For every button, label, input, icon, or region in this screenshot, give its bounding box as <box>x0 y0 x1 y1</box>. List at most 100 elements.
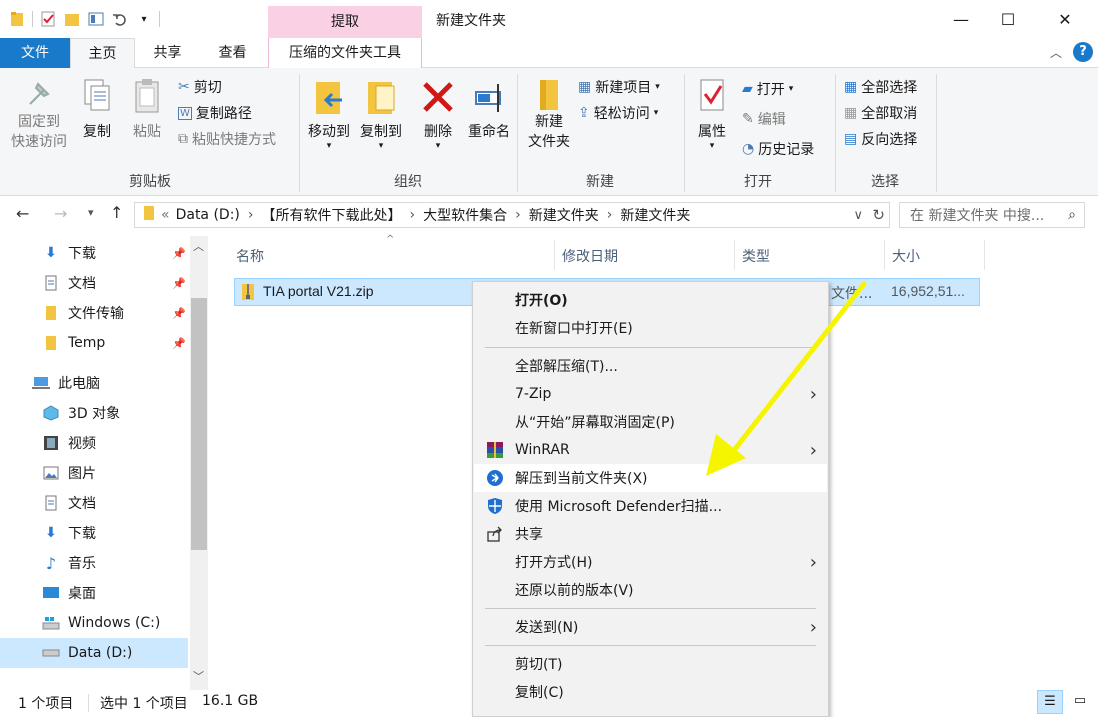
new-folder-button[interactable]: 新建 文件夹 <box>522 78 576 152</box>
view-icon[interactable] <box>87 10 105 28</box>
sidebar-item-videos[interactable]: 视频 <box>0 428 188 458</box>
breadcrumb-1[interactable]: 【所有软件下载此处】 <box>262 205 402 225</box>
menu-item-cut[interactable]: 剪切(T) <box>474 650 827 678</box>
sidebar-item-temp[interactable]: Temp 📌 <box>0 328 188 358</box>
delete-button[interactable]: 删除 ▾ <box>418 78 458 151</box>
open-button[interactable]: ▰ 打开 ▾ <box>742 78 793 100</box>
address-dropdown-icon[interactable]: ∨ <box>853 208 863 223</box>
properties-icon[interactable] <box>39 10 57 28</box>
rename-button[interactable]: 重命名 <box>464 78 514 142</box>
move-to-button[interactable]: 移动到 ▾ <box>304 78 354 151</box>
cut-button[interactable]: ✂ 剪切 <box>178 76 222 98</box>
tab-compressed-folder-tools[interactable]: 压缩的文件夹工具 <box>268 38 422 68</box>
copy-path-button[interactable]: W 复制路径 <box>178 102 252 124</box>
column-header-modified[interactable]: 修改日期 <box>562 242 618 272</box>
column-header-name[interactable]: 名称 <box>236 242 264 272</box>
open-icon: ▰ <box>742 81 753 97</box>
menu-item-defender-scan[interactable]: 使用 Microsoft Defender扫描... <box>474 492 827 520</box>
menu-item-7zip[interactable]: 7-Zip › <box>474 380 827 408</box>
pin-quick-access-button[interactable]: 固定到 快速访问 <box>6 78 72 152</box>
tab-home[interactable]: 主页 <box>70 38 135 69</box>
path-overflow[interactable]: « <box>161 207 170 223</box>
easy-access-button[interactable]: ⇪ 轻松访问 ▾ <box>578 102 658 124</box>
column-header-size[interactable]: 大小 <box>892 242 920 272</box>
sidebar-item-drive-d[interactable]: Data (D:) <box>0 638 188 668</box>
sidebar-item-desktop[interactable]: 桌面 <box>0 578 188 608</box>
sidebar-item-pictures[interactable]: 图片 <box>0 458 188 488</box>
search-icon[interactable]: ⌕ <box>1068 207 1076 223</box>
select-all-button[interactable]: ▦ 全部选择 <box>844 76 917 98</box>
large-icons-view-icon[interactable]: ▭ <box>1068 690 1092 714</box>
paste-button[interactable]: 粘贴 <box>126 78 168 142</box>
tab-file[interactable]: 文件 <box>0 38 70 68</box>
drive-icon <box>42 644 60 662</box>
sidebar-item-label: 音乐 <box>68 556 96 572</box>
submenu-arrow-icon: › <box>809 616 817 638</box>
paste-shortcut-button[interactable]: ⧉ 粘贴快捷方式 <box>178 128 276 150</box>
scrollbar-thumb[interactable] <box>191 298 207 550</box>
chevron-down-icon[interactable]: ▾ <box>135 10 153 28</box>
menu-item-open[interactable]: 打开(O) <box>474 286 827 314</box>
sidebar-item-file-transfer[interactable]: 文件传输 📌 <box>0 298 188 328</box>
recent-locations-icon[interactable]: ▾ <box>88 206 94 219</box>
maximize-button[interactable]: ☐ <box>985 0 1031 38</box>
menu-item-restore-versions[interactable]: 还原以前的版本(V) <box>474 576 827 604</box>
breadcrumb-0[interactable]: Data (D:) <box>176 207 240 223</box>
up-arrow-icon[interactable]: ↑ <box>110 203 123 222</box>
scroll-up-icon[interactable]: ︿ <box>193 238 204 254</box>
help-icon[interactable]: ? <box>1073 42 1093 62</box>
address-bar[interactable]: « Data (D:) › 【所有软件下载此处】 › 大型软件集合 › 新建文件夹 › … <box>134 202 890 228</box>
menu-item-copy[interactable]: 复制(C) <box>474 678 827 706</box>
sidebar-item-3d-objects[interactable]: 3D 对象 <box>0 398 188 428</box>
title-bar: ▾ 提取 新建文件夹 — ☐ ✕ <box>0 0 1098 38</box>
forward-arrow-icon[interactable]: → <box>54 204 67 223</box>
sidebar-item-documents-pinned[interactable]: 文档 📌 <box>0 268 188 298</box>
invert-selection-button[interactable]: ▤ 反向选择 <box>844 128 917 150</box>
copy-to-button[interactable]: 复制到 ▾ <box>356 78 406 151</box>
scissors-icon: ✂ <box>178 79 190 95</box>
collapse-ribbon-icon[interactable]: ︿ <box>1050 44 1062 61</box>
menu-item-send-to[interactable]: 发送到(N) › <box>474 613 827 641</box>
minimize-button[interactable]: — <box>938 0 984 38</box>
sidebar-item-this-pc[interactable]: 此电脑 <box>0 368 188 398</box>
breadcrumb-3[interactable]: 新建文件夹 <box>529 205 599 225</box>
submenu-arrow-icon: › <box>809 551 817 573</box>
back-arrow-icon[interactable]: ← <box>16 204 29 223</box>
pin-icon <box>6 78 72 112</box>
easy-access-label: 轻松访问 <box>593 106 650 122</box>
column-header-type[interactable]: 类型 <box>742 242 770 272</box>
undo-icon[interactable] <box>111 10 129 28</box>
new-folder-icon[interactable] <box>63 10 81 28</box>
sidebar-item-documents[interactable]: 文档 <box>0 488 188 518</box>
menu-item-extract-here[interactable]: 解压到当前文件夹(X) <box>474 464 827 492</box>
open-label: 打开 <box>756 82 785 98</box>
menu-item-label: WinRAR <box>515 442 570 458</box>
search-input[interactable]: 在 新建文件夹 中搜... ⌕ <box>899 202 1085 228</box>
breadcrumb-4[interactable]: 新建文件夹 <box>620 205 690 225</box>
picture-icon <box>42 464 60 482</box>
refresh-icon[interactable]: ↻ <box>872 206 885 224</box>
menu-item-unpin-start[interactable]: 从“开始”屏幕取消固定(P) <box>474 408 827 436</box>
properties-button[interactable]: 属性 ▾ <box>690 78 734 151</box>
menu-item-share[interactable]: 共享 <box>474 520 827 548</box>
details-view-icon[interactable]: ☰ <box>1037 690 1063 714</box>
item-count: 1 个项目 <box>18 696 74 712</box>
menu-item-winrar[interactable]: WinRAR › <box>474 436 827 464</box>
sidebar-item-downloads[interactable]: ⬇ 下载 <box>0 518 188 548</box>
menu-item-open-with[interactable]: 打开方式(H) › <box>474 548 827 576</box>
sidebar-item-drive-c[interactable]: Windows (C:) <box>0 608 188 638</box>
new-item-button[interactable]: ▦ 新建项目 ▾ <box>578 76 660 98</box>
select-none-button[interactable]: ▦ 全部取消 <box>844 102 917 124</box>
scroll-down-icon[interactable]: ﹀ <box>193 668 204 684</box>
history-button[interactable]: ◔ 历史记录 <box>742 138 814 160</box>
tab-share[interactable]: 共享 <box>135 38 200 68</box>
close-button[interactable]: ✕ <box>1042 0 1088 38</box>
menu-item-extract-all[interactable]: 全部解压缩(T)... <box>474 352 827 380</box>
breadcrumb-2[interactable]: 大型软件集合 <box>423 205 507 225</box>
sidebar-item-downloads-pinned[interactable]: ⬇ 下载 📌 <box>0 238 188 268</box>
edit-button[interactable]: ✎ 编辑 <box>742 108 786 130</box>
menu-item-open-new-window[interactable]: 在新窗口中打开(E) <box>474 314 827 342</box>
tab-view[interactable]: 查看 <box>200 38 265 68</box>
copy-button[interactable]: 复制 <box>76 78 118 142</box>
sidebar-item-music[interactable]: ♪ 音乐 <box>0 548 188 578</box>
